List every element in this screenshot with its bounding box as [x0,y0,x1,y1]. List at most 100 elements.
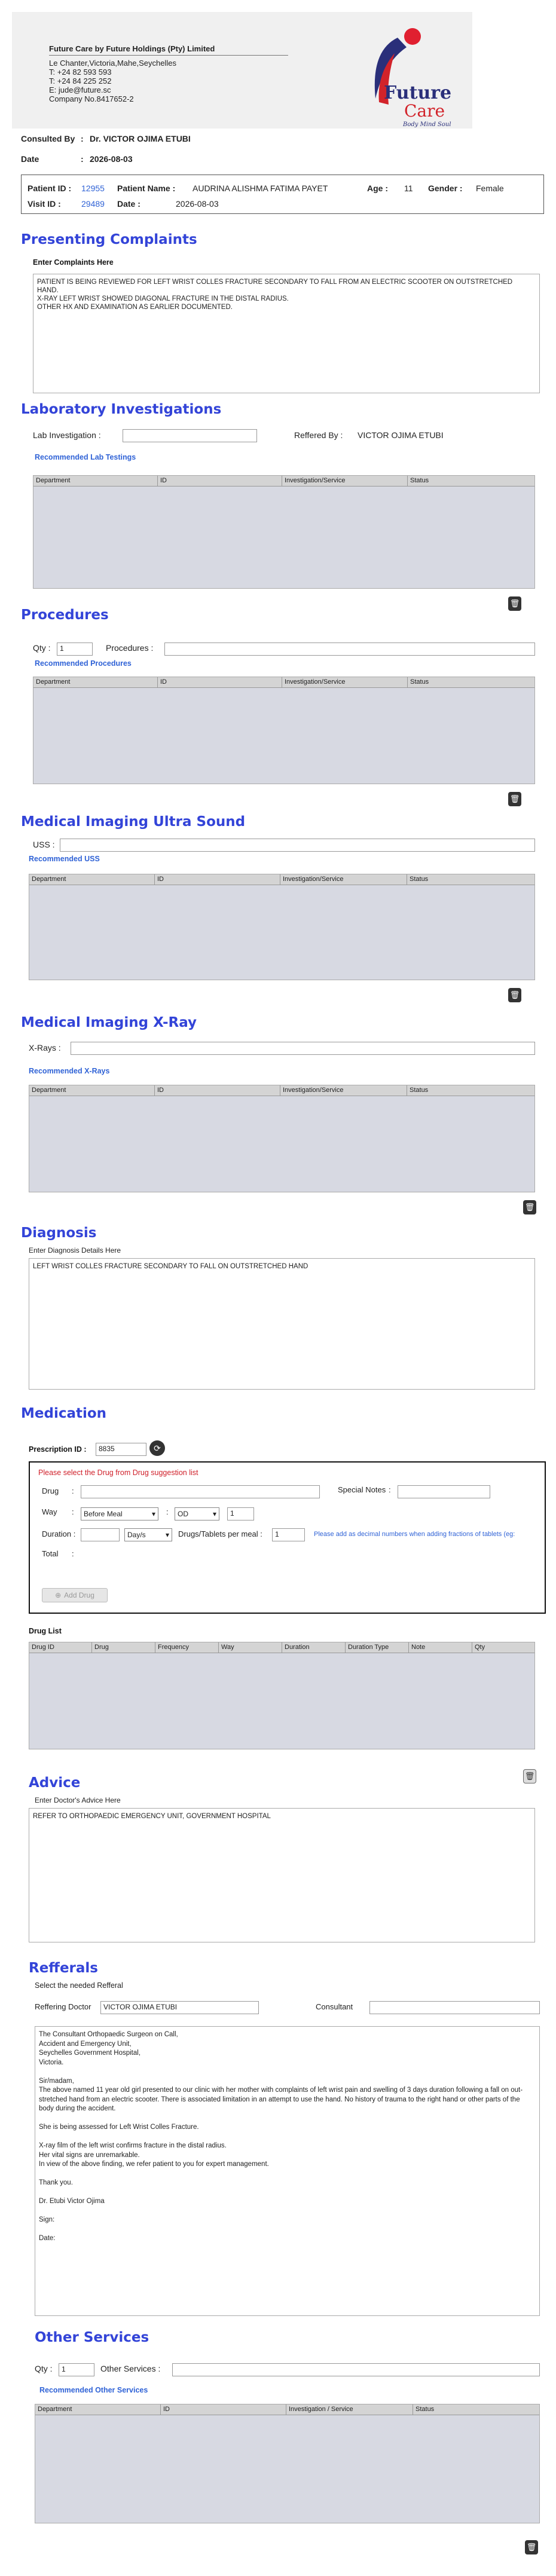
procedures-delete-icon[interactable]: 🗑 [508,792,521,806]
visit-id-value[interactable]: 29489 [81,199,105,209]
xray-table: Department ID Investigation/Service Stat… [29,1085,535,1192]
duration-input[interactable] [81,1528,120,1541]
referring-doctor-label: Reffering Doctor [35,2002,91,2011]
consult-date-colon: : [81,154,84,164]
druglist-delete-icon[interactable]: 🗑 [523,1769,536,1783]
other-qty-input[interactable]: 1 [59,2363,94,2376]
company-divider [49,55,288,56]
procedures-qty-input[interactable]: 1 [57,643,93,656]
druglist-col-drug: Drug [92,1642,155,1653]
procedures-label: Procedures : [106,643,154,653]
company-address: Le Chanter,Victoria,Mahe,Seychelles [49,59,176,68]
diagnosis-textarea[interactable]: LEFT WRIST COLLES FRACTURE SECONDARY TO … [29,1258,535,1390]
uss-delete-icon[interactable]: 🗑 [508,988,521,1002]
advice-textarea[interactable]: REFER TO ORTHOPAEDIC EMERGENCY UNIT, GOV… [29,1808,535,1942]
prescription-id-input[interactable]: 8835 [96,1443,146,1456]
way-select[interactable]: Before Meal ▾ [81,1507,158,1520]
lab-col-service: Investigation/Service [282,476,408,486]
drug-input[interactable] [81,1485,320,1498]
diagnosis-subtitle: Enter Diagnosis Details Here [29,1246,121,1255]
prescription-label: Prescription ID : [29,1445,87,1454]
procedures-col-department: Department [33,677,158,687]
patient-id-label: Patient ID : [28,183,72,193]
lab-referred-label: Reffered By : [294,430,343,440]
other-qty-label: Qty : [35,2364,53,2373]
xray-table-header: Department ID Investigation/Service Stat… [29,1085,534,1096]
add-drug-label: Add Drug [64,1591,94,1599]
frequency-select-value: OD [178,1510,188,1518]
uss-col-status: Status [410,876,429,883]
refresh-icon[interactable]: ⟳ [149,1440,165,1456]
lab-table: Department ID Investigation/Service Stat… [33,475,535,589]
other-table-header: Department ID Investigation / Service St… [35,2404,539,2415]
lab-recommended-link[interactable]: Recommended Lab Testings [35,453,136,461]
consult-date-label: Date [21,154,39,164]
company-name: Future Care by Future Holdings (Pty) Lim… [49,44,215,53]
uss-col-department: Department [29,874,155,885]
way-label: Way [42,1507,57,1516]
xray-col-id: ID [155,1085,280,1096]
referrals-subtitle: Select the needed Refferal [35,1981,123,1990]
medication-title: Medication [21,1406,107,1421]
per-meal-input[interactable]: 1 [272,1528,305,1541]
uss-col-id: ID [155,874,280,885]
druglist-col-duration: Duration [282,1642,346,1653]
uss-input[interactable] [60,839,535,852]
advice-title: Advice [29,1775,81,1791]
duration-unit-select[interactable]: Day/s ▾ [124,1528,172,1541]
lab-title: Laboratory Investigations [21,402,222,417]
uss-title: Medical Imaging Ultra Sound [21,814,246,830]
lab-col-status: Status [410,477,429,484]
druglist-col-note: Note [409,1642,472,1653]
uss-col-service: Investigation/Service [280,874,407,885]
special-notes-input[interactable] [398,1485,490,1498]
procedures-input[interactable] [164,643,535,656]
xray-input[interactable] [71,1042,535,1055]
frequency-select[interactable]: OD ▾ [175,1507,219,1520]
total-label: Total [42,1549,59,1558]
lab-col-department: Department [33,476,158,486]
patient-info-box: Patient ID : 12955 Patient Name : AUDRIN… [21,175,544,214]
medication-form: Please select the Drug from Drug suggest… [29,1461,546,1614]
company-logo: Future Care Body Mind Soul [353,27,454,129]
procedures-qty-label: Qty : [33,643,51,653]
procedures-recommended-link[interactable]: Recommended Procedures [35,659,132,668]
chevron-down-icon: ▾ [151,1510,155,1518]
uss-table: Department ID Investigation/Service Stat… [29,874,535,980]
xray-delete-icon[interactable]: 🗑 [523,1200,536,1214]
frequency-qty-input[interactable]: 1 [227,1507,254,1520]
consultant-input[interactable] [369,2001,540,2014]
duration-label: Duration : [42,1529,76,1538]
lab-input-label: Lab Investigation : [33,430,101,440]
visit-id-label: Visit ID : [28,199,61,209]
company-phone1: T: +24 82 593 593 [49,68,112,77]
complaints-title: Presenting Complaints [21,232,197,247]
way-select-value: Before Meal [84,1510,123,1518]
lab-table-header: Department ID Investigation/Service Stat… [33,476,534,487]
diagnosis-title: Diagnosis [21,1225,97,1241]
lab-delete-icon[interactable]: 🗑 [508,596,521,611]
total-colon: : [72,1549,74,1558]
drug-list-header: Drug ID Drug Frequency Way Duration Dura… [29,1642,534,1653]
patient-id-value[interactable]: 12955 [81,183,105,193]
add-drug-button[interactable]: ⊕ Add Drug [42,1588,108,1602]
referral-letter-textarea[interactable]: The Consultant Orthopaedic Surgeon on Ca… [35,2026,540,2316]
other-services-input[interactable] [172,2363,540,2376]
druglist-col-duration-type: Duration Type [346,1642,409,1653]
consultant-label: Consultant [316,2002,353,2011]
duration-unit-value: Day/s [127,1531,146,1539]
complaints-subtitle: Enter Complaints Here [33,258,114,267]
way-colon: : [72,1507,74,1516]
procedures-col-status: Status [410,678,429,686]
procedures-table: Department ID Investigation/Service Stat… [33,677,535,784]
complaints-textarea[interactable]: PATIENT IS BEING REVIEWED FOR LEFT WRIST… [33,274,540,393]
xray-recommended-link[interactable]: Recommended X-Rays [29,1067,109,1075]
other-delete-icon[interactable]: 🗑 [525,2540,538,2554]
uss-recommended-link[interactable]: Recommended USS [29,855,100,863]
patient-age-value: 11 [404,183,413,193]
advice-subtitle: Enter Doctor's Advice Here [35,1796,121,1804]
referring-doctor-input[interactable]: VICTOR OJIMA ETUBI [100,2001,259,2014]
freq-colon: : [166,1507,169,1516]
lab-investigation-input[interactable] [123,429,257,442]
other-recommended-link[interactable]: Recommended Other Services [39,2386,148,2394]
